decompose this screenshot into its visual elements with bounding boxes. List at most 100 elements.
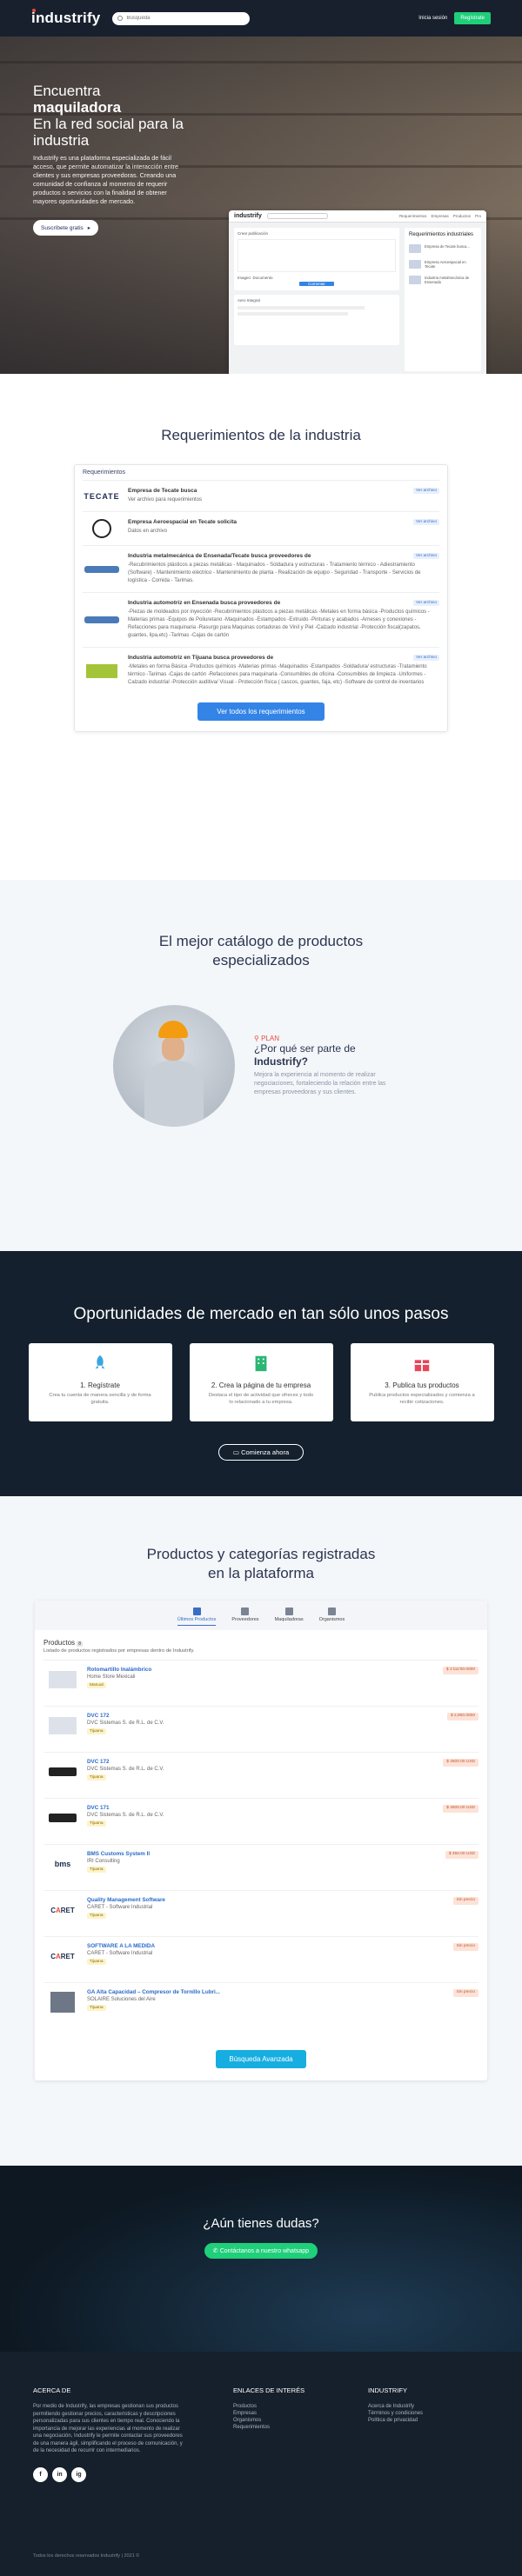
- catalog-section: El mejor catálogo de productos especiali…: [0, 880, 522, 1251]
- preview-company: Aero Integral: [238, 298, 260, 303]
- product-name[interactable]: Quality Management Software: [87, 1897, 445, 1903]
- preview-img-label: Imagen: [238, 276, 251, 280]
- company-logo: [83, 553, 121, 585]
- product-tag: Tijuana: [87, 1867, 106, 1873]
- requirements-header: Requerimientos: [83, 469, 439, 481]
- arrow-right-icon: ▸: [87, 225, 91, 231]
- footer-link-privacy[interactable]: Política de privacidad: [368, 2417, 472, 2424]
- product-name[interactable]: SOFTWARE A LA MEDIDA: [87, 1943, 445, 1949]
- file-badge[interactable]: Ver archivo: [413, 553, 439, 559]
- requirements-section: Requerimientos de la industria Requerimi…: [0, 374, 522, 880]
- requirement-title: Industria metalmecánica de Ensenada/Teca…: [128, 553, 311, 559]
- product-name[interactable]: DVC 172: [87, 1713, 438, 1719]
- product-tag: Manual: [87, 1682, 106, 1688]
- requirement-desc: -Recubrimientos plásticos a piezas metál…: [128, 562, 421, 583]
- location-pin-icon: ⚲: [254, 1035, 259, 1042]
- contact-cta-section: ¿Aún tienes dudas? ✆ Contáctanos a nuest…: [0, 2166, 522, 2352]
- subscribe-button[interactable]: Suscríbete gratis ▸: [33, 220, 99, 236]
- search-input[interactable]: [126, 16, 240, 21]
- footer-industrify-title: INDUSTRIFY: [368, 2386, 407, 2394]
- preview-logo: industrify: [234, 213, 262, 219]
- top-navbar: industrify Inicia sesión Regístrate: [0, 0, 522, 37]
- facebook-icon[interactable]: f: [33, 2466, 48, 2482]
- advanced-search-button[interactable]: Búsqueda Avanzada: [216, 2050, 306, 2068]
- tab-suppliers[interactable]: Proveedores: [231, 1608, 259, 1626]
- footer-link-requirements[interactable]: Requerimientos: [233, 2424, 368, 2431]
- file-badge[interactable]: Ver archivo: [413, 600, 439, 606]
- product-name[interactable]: DVC 172: [87, 1759, 434, 1765]
- product-row[interactable]: CARET Quality Management Software CARET -…: [44, 1891, 478, 1937]
- tab-maquiladoras[interactable]: Maquiladoras: [275, 1608, 304, 1626]
- file-badge[interactable]: Ver archivo: [413, 655, 439, 661]
- product-row[interactable]: CARET SOFTWARE A LA MEDIDA CARET - Softwa…: [44, 1937, 478, 1983]
- search-bar[interactable]: [112, 11, 251, 25]
- requirement-desc: -Metales en forma Básica -Productos quím…: [128, 664, 427, 685]
- requirement-item[interactable]: Industria metalmecánica de Ensenada/Teca…: [83, 546, 439, 593]
- product-price: Sin precio: [452, 1943, 478, 1951]
- hero-section: Encuentra maquiladora En la red social p…: [0, 0, 522, 374]
- footer-link-companies[interactable]: Empresas: [233, 2410, 368, 2417]
- register-button[interactable]: Regístrate: [454, 12, 491, 24]
- company-logo: [83, 655, 121, 687]
- product-name[interactable]: DVC 171: [87, 1805, 434, 1811]
- product-tag: Tijuana: [87, 1728, 106, 1734]
- tab-latest-products[interactable]: Últimos Productos: [177, 1608, 217, 1626]
- requirement-item[interactable]: Empresa Aeroespacial en Tecate solicita V…: [83, 512, 439, 546]
- product-name[interactable]: Rotomartillo Inalámbrico: [87, 1667, 434, 1673]
- preview-nav-item: Productos: [452, 214, 471, 218]
- hero-line-1: Encuentra: [33, 83, 101, 99]
- product-name[interactable]: GA Alta Capacidad – Compresor de Tornill…: [87, 1989, 445, 1995]
- product-company: CARET - Software Industrial: [87, 1951, 153, 1956]
- preview-search: [266, 213, 328, 219]
- requirement-item[interactable]: Industria automotriz en Tijuana busca pr…: [83, 648, 439, 694]
- linkedin-icon[interactable]: in: [52, 2466, 67, 2482]
- copyright: Todos los derechos reservados Industrify…: [33, 2553, 140, 2559]
- file-badge[interactable]: Ver archivo: [413, 519, 439, 525]
- product-row[interactable]: DVC 171 DVC Sistemas S. de R.L. de C.V. Ti…: [44, 1799, 478, 1845]
- preview-nav-item: Pro: [474, 214, 481, 218]
- search-icon: [117, 16, 124, 21]
- product-company: DVC Sistemas S. de R.L. de C.V.: [87, 1767, 164, 1772]
- footer-link-about[interactable]: Acerca de Industrify: [368, 2403, 472, 2410]
- requirements-title: Requerimientos de la industria: [161, 427, 361, 443]
- products-subheading: Listado de productos registrados por emp…: [44, 1648, 478, 1661]
- footer-about-title: ACERCA DE: [33, 2386, 71, 2394]
- preview-nav-item: Empresas: [431, 214, 449, 218]
- product-company: SOLAIRE Soluciones del Aire: [87, 1997, 156, 2002]
- product-row[interactable]: bms BMS Customs System II IRI Consulting T…: [44, 1845, 478, 1891]
- instagram-icon[interactable]: ig: [71, 2466, 86, 2482]
- product-company: CARET - Software Industrial: [87, 1905, 153, 1910]
- start-now-button[interactable]: ▭ Comienza ahora: [218, 1444, 304, 1461]
- whatsapp-button[interactable]: ✆ Contáctanos a nuestro whatsapp: [204, 2243, 318, 2259]
- rocket-icon: [95, 1355, 105, 1369]
- caret-logo: CARET: [50, 1952, 75, 1960]
- footer-link-organisms[interactable]: Organismos: [233, 2417, 368, 2424]
- product-price: Sin precio: [452, 1897, 478, 1905]
- product-thumbnail: [47, 1989, 78, 2015]
- file-badge[interactable]: Ver archivo: [413, 488, 439, 494]
- step-card-register: 1. Regístrate Crea tu cuenta de manera s…: [28, 1343, 172, 1421]
- product-tag: Tijuana: [87, 1774, 106, 1781]
- products-title-1: Productos y categorías registradas: [146, 1546, 376, 1562]
- product-row[interactable]: GA Alta Capacidad – Compresor de Tornill…: [44, 1983, 478, 2029]
- login-link[interactable]: Inicia sesión: [418, 16, 447, 21]
- product-name[interactable]: BMS Customs System II: [87, 1851, 437, 1857]
- company-logo: [83, 600, 121, 640]
- requirement-item[interactable]: TECATE Empresa de Tecate busca Ver archiv…: [83, 481, 439, 512]
- product-price: $ 450.00 USD: [445, 1851, 478, 1859]
- products-card: Últimos Productos Proveedores Maquilador…: [35, 1601, 487, 2080]
- product-row[interactable]: Rotomartillo Inalámbrico Home Store Mexic…: [44, 1661, 478, 1707]
- footer-link-terms[interactable]: Términos y condiciones: [368, 2410, 472, 2417]
- logo[interactable]: industrify: [31, 10, 100, 27]
- requirement-item[interactable]: Industria automotriz en Ensenada busca p…: [83, 593, 439, 648]
- opportunities-title: Oportunidades de mercado en tan sólo uno…: [73, 1305, 449, 1323]
- product-row[interactable]: DVC 172 DVC Sistemas S. de R.L. de C.V. Ti…: [44, 1707, 478, 1753]
- catalog-title-2: especializados: [212, 952, 310, 968]
- bms-logo: bms: [54, 1860, 71, 1868]
- building-icon: [255, 1355, 267, 1372]
- tab-organisms[interactable]: Organismos: [319, 1608, 345, 1626]
- product-row[interactable]: DVC 172 DVC Sistemas S. de R.L. de C.V. Ti…: [44, 1753, 478, 1799]
- view-all-requirements-button[interactable]: Ver todos los requerimientos: [197, 702, 325, 721]
- product-thumbnail: [47, 1667, 78, 1693]
- footer-link-products[interactable]: Productos: [233, 2403, 368, 2410]
